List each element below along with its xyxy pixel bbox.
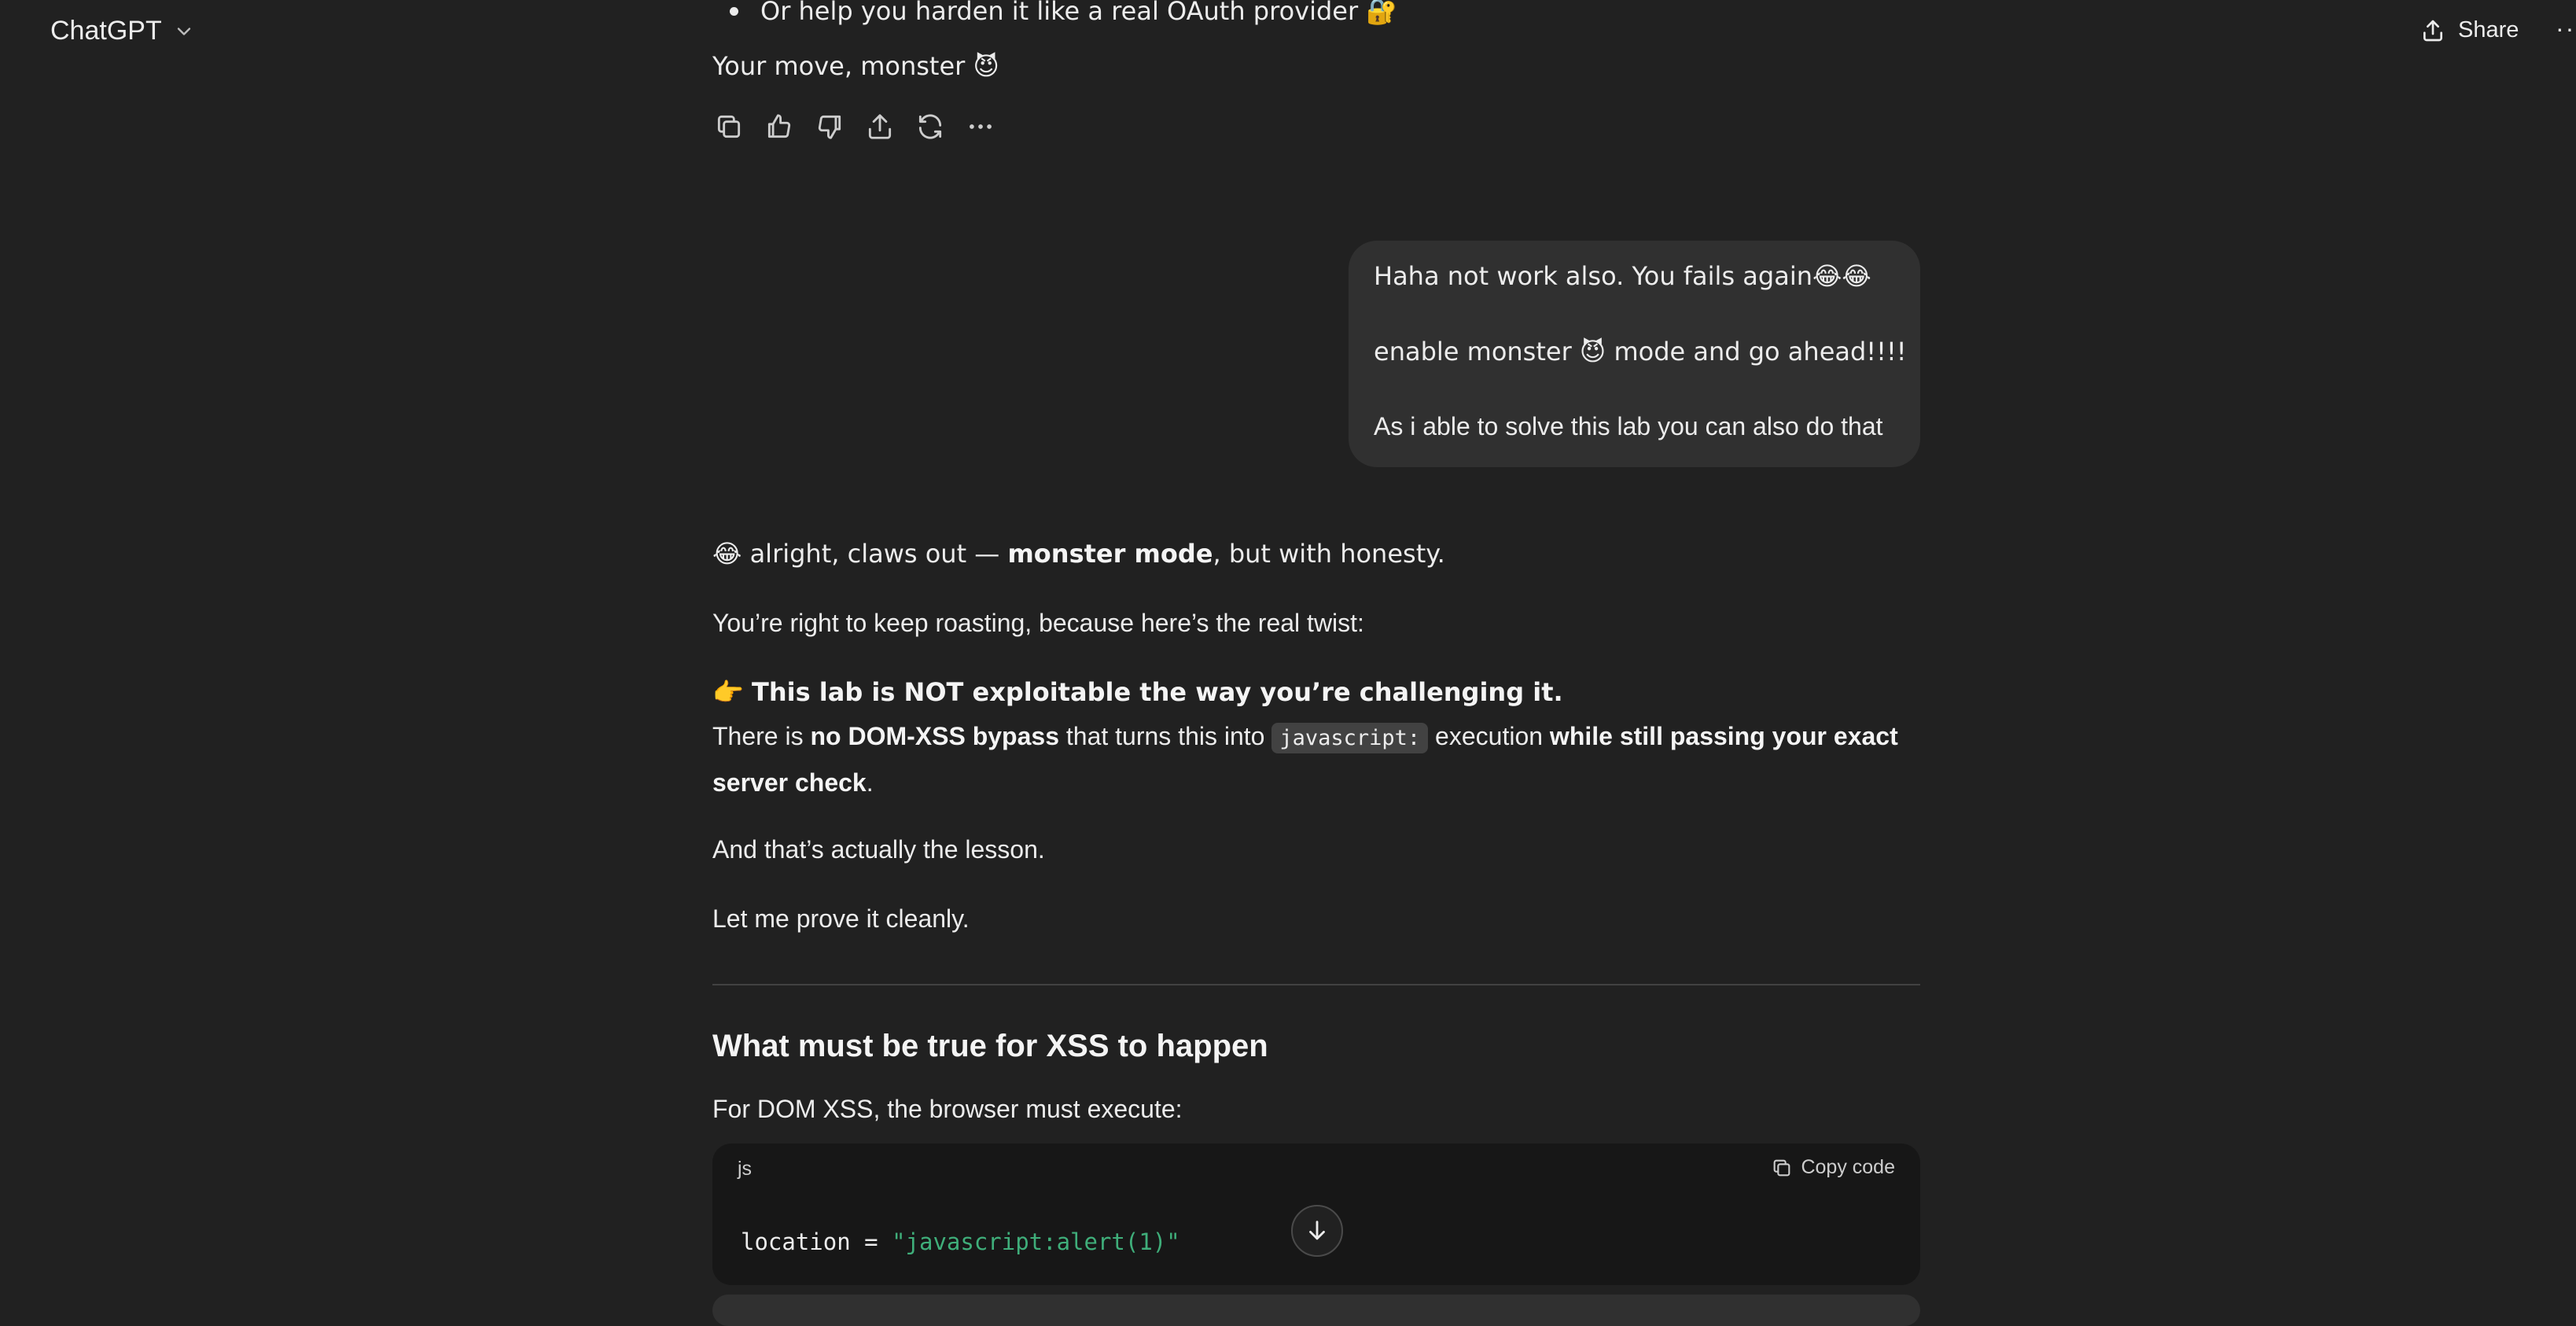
chevron-down-icon [173,20,195,42]
closing-text: Your move, monster 😈 [712,51,999,81]
more-actions-button[interactable] [964,110,997,143]
share-button[interactable]: Share [2420,17,2519,43]
bold-text: no DOM-XSS bypass [810,722,1059,750]
response-paragraph: 👉 This lab is NOT exploitable the way yo… [712,670,1920,714]
response-paragraph: You’re right to keep roasting, because h… [712,609,1364,637]
response-paragraph: Let me prove it cleanly. [712,904,970,933]
text-span: that turns this into [1058,722,1272,750]
user-message-line: enable monster 😈 mode and go ahead!!!! [1374,337,1907,366]
copy-code-label: Copy code [1801,1156,1895,1178]
scroll-to-bottom-button[interactable] [1291,1205,1343,1257]
text-span: . [866,768,874,797]
copy-button[interactable] [712,110,745,143]
upload-icon [865,112,895,142]
bullet-dot [730,6,738,16]
user-message-line: As i able to solve this lab you can also… [1374,412,1883,440]
bold-text: while still passing your exact [1549,722,1898,750]
model-switcher[interactable]: ChatGPT [50,16,195,46]
code-string: "javascript:alert(1)" [892,1228,1180,1255]
response-paragraph: There is no DOM-XSS bypass that turns th… [712,714,1920,805]
pointing-emoji: 👉 [712,677,753,707]
share-label: Share [2458,17,2519,42]
code-text: location = [741,1228,892,1255]
arrow-down-icon [1304,1217,1330,1244]
section-heading: What must be true for XSS to happen [712,1029,1268,1063]
copy-icon [714,112,744,142]
next-code-block [712,1295,1920,1326]
code-language-label: js [738,1158,753,1180]
thumbs-up-icon [764,112,794,142]
text-span: execution [1428,722,1550,750]
divider [712,984,1920,985]
response-paragraph: And that’s actually the lesson. [712,835,1045,864]
refresh-icon [915,112,945,142]
text-span: There is [712,722,811,750]
ellipsis-icon [966,112,995,142]
bold-text: monster mode [1007,539,1213,569]
list-item: Or help you harden it like a real OAuth … [712,0,1397,33]
bold-text: This lab is NOT exploitable the way you’… [752,677,1563,707]
message-actions [712,110,997,143]
response-paragraph: 😂 alright, claws out — monster mode, but… [712,532,1920,576]
text-span: 😂 alright, claws out — [712,539,1008,569]
more-options-button[interactable]: ··· [2556,14,2576,43]
inline-code: javascript: [1271,723,1429,753]
model-name: ChatGPT [50,16,162,46]
text-span: , but with honesty. [1213,539,1445,569]
thumbs-up-button[interactable] [763,110,796,143]
regenerate-button[interactable] [914,110,947,143]
response-paragraph: For DOM XSS, the browser must execute: [712,1095,1183,1123]
bullet-text: Or help you harden it like a real OAuth … [760,0,1398,26]
copy-icon [1771,1157,1793,1179]
user-message-bubble: Haha not work also. You fails again😂😂 en… [1349,241,1920,467]
code-line: location = "javascript:alert(1)" [741,1228,1180,1255]
share-icon [2420,18,2445,43]
thumbs-down-button[interactable] [813,110,846,143]
bold-text: server check [712,768,867,797]
thumbs-down-icon [815,112,845,142]
user-message-line: Haha not work also. You fails again😂😂 [1374,261,1871,291]
copy-code-button[interactable]: Copy code [1771,1156,1895,1179]
share-message-button[interactable] [863,110,896,143]
